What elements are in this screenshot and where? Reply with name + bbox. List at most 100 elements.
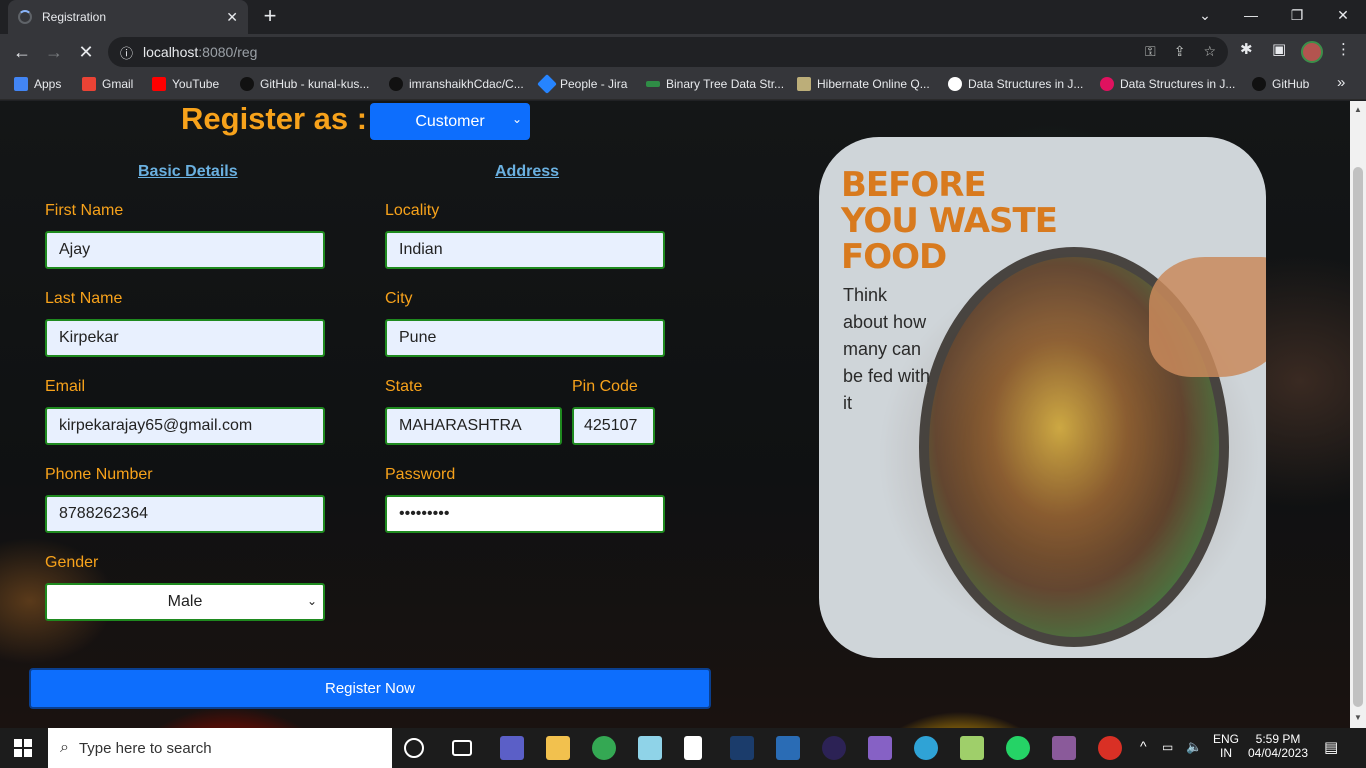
password-input[interactable]: •••••••••	[385, 495, 665, 533]
gender-selected-value: Male	[167, 593, 203, 610]
bookmark-github[interactable]: GitHub	[1252, 77, 1309, 91]
tab-title: Registration	[42, 10, 107, 24]
sheet-app-icon[interactable]	[960, 736, 984, 760]
volume-icon[interactable]: 🔈	[1186, 739, 1202, 755]
battery-icon[interactable]: ▭	[1162, 740, 1173, 754]
bookmark-jira[interactable]: People - Jira	[537, 74, 627, 94]
chrome-active-icon[interactable]	[1098, 736, 1122, 760]
side-panel-icon[interactable]: ▣	[1272, 40, 1286, 58]
chevron-down-icon: ⌄	[306, 594, 317, 608]
city-input[interactable]: Pune	[385, 319, 665, 357]
phone-input[interactable]: 8788262364	[45, 495, 325, 533]
eclipse-icon[interactable]	[822, 736, 846, 760]
bookmark-apps[interactable]: Apps	[14, 77, 61, 91]
last-name-input[interactable]: Kirpekar	[45, 319, 325, 357]
tray-chevron-up-icon[interactable]: ^	[1140, 738, 1147, 754]
menu-kebab-icon[interactable]: ⋮	[1336, 40, 1351, 58]
password-label: Password	[385, 466, 456, 483]
notepad-icon[interactable]	[684, 736, 702, 760]
hibernate-icon	[797, 77, 811, 91]
app-icon[interactable]	[1052, 736, 1076, 760]
city-label: City	[385, 290, 413, 307]
scroll-up-icon[interactable]: ▲	[1353, 105, 1363, 114]
locality-input[interactable]: Indian	[385, 231, 665, 269]
profile-avatar[interactable]	[1301, 41, 1323, 63]
bookmark-hibernate[interactable]: Hibernate Online Q...	[797, 77, 930, 91]
bookmark-github-kunal[interactable]: GitHub - kunal-kus...	[240, 77, 369, 91]
forward-arrow-icon[interactable]: →	[42, 40, 66, 64]
taskbar-search-box[interactable]: ⌕ Type here to search	[48, 728, 392, 768]
url-path: :8080/reg	[198, 44, 258, 60]
bookmark-binary-tree[interactable]: Binary Tree Data Str...	[646, 77, 784, 91]
task-view-icon[interactable]	[452, 740, 472, 756]
tcoder-icon	[1100, 77, 1114, 91]
state-input[interactable]: MAHARASHTRA	[385, 407, 562, 445]
language-indicator[interactable]: ENG IN	[1212, 732, 1240, 760]
mysql-workbench-icon[interactable]	[730, 736, 754, 760]
register-as-label: Register as :	[181, 101, 368, 136]
tab-bar: Registration ✕ + ⌄ — ❐ ✕	[0, 0, 1366, 34]
address-link[interactable]: Address	[495, 163, 559, 181]
url-host: localhost	[143, 44, 199, 60]
notifications-icon[interactable]: ▤	[1324, 738, 1338, 756]
site-info-icon[interactable]: ⓘ	[120, 43, 133, 62]
github-icon	[240, 77, 254, 91]
password-key-icon[interactable]: ⚿	[1145, 43, 1156, 60]
app-icon[interactable]	[638, 736, 662, 760]
pincode-input[interactable]: 425107	[572, 407, 655, 445]
address-bar[interactable]: ⓘ localhost :8080/reg ⚿ ⇪ ☆	[108, 37, 1228, 67]
minimize-button[interactable]: —	[1228, 0, 1274, 30]
whatsapp-icon[interactable]	[1006, 736, 1030, 760]
first-name-input[interactable]: Ajay	[45, 231, 325, 269]
apps-grid-icon	[14, 77, 28, 91]
bookmark-star-icon[interactable]: ☆	[1203, 43, 1216, 60]
chrome-icon[interactable]	[592, 736, 616, 760]
email-label: Email	[45, 378, 86, 395]
new-tab-button[interactable]: +	[258, 4, 282, 28]
first-name-label: First Name	[45, 202, 124, 219]
scroll-down-icon[interactable]: ▼	[1353, 713, 1363, 722]
role-select[interactable]: Customer ⌄	[370, 103, 530, 140]
cortana-icon[interactable]	[404, 738, 424, 758]
close-window-button[interactable]: ✕	[1320, 0, 1366, 30]
bookmark-ds-tcoder[interactable]: Data Structures in J...	[1100, 77, 1235, 91]
basic-details-link[interactable]: Basic Details	[138, 163, 238, 181]
role-selected-value: Customer	[415, 112, 485, 130]
windows-taskbar: ⌕ Type here to search ^ ▭ 🔈 ENG IN 5:59 …	[0, 728, 1366, 768]
email-input[interactable]: kirpekarajay65@gmail.com	[45, 407, 325, 445]
gfg-icon	[646, 81, 660, 87]
teams-icon[interactable]	[500, 736, 524, 760]
hand-picture	[1149, 257, 1266, 377]
tab-close-icon[interactable]: ✕	[226, 9, 238, 26]
share-icon[interactable]: ⇪	[1174, 43, 1186, 60]
bookmarks-overflow-icon[interactable]: »	[1337, 74, 1345, 91]
gender-select[interactable]: Male ⌄	[45, 583, 325, 621]
bookmark-youtube[interactable]: YouTube	[152, 77, 219, 91]
tab-registration[interactable]: Registration ✕	[8, 0, 248, 34]
register-now-button[interactable]: Register Now	[29, 668, 711, 709]
bookmark-gmail[interactable]: Gmail	[82, 77, 133, 91]
phone-label: Phone Number	[45, 466, 153, 483]
restore-button[interactable]: ❐	[1274, 0, 1320, 30]
windows-start-icon[interactable]	[14, 739, 32, 757]
stop-loading-icon[interactable]: ✕	[74, 40, 98, 64]
chevron-down-icon: ⌄	[511, 112, 522, 126]
tab-search-icon[interactable]: ⌄	[1182, 0, 1228, 30]
promo-headline: BEFORE YOU WASTE FOOD	[841, 165, 1058, 277]
search-icon: ⌕	[60, 739, 69, 756]
page-scrollbar[interactable]: ▲ ▼	[1350, 101, 1366, 728]
sts-icon[interactable]	[776, 736, 800, 760]
file-explorer-icon[interactable]	[546, 736, 570, 760]
jira-icon	[537, 74, 557, 94]
bookmark-github-imran[interactable]: imranshaikhCdac/C...	[389, 77, 524, 91]
scrollbar-thumb[interactable]	[1353, 167, 1363, 707]
extensions-icon[interactable]: ✱	[1240, 40, 1253, 58]
github-icon	[1252, 77, 1266, 91]
clock[interactable]: 5:59 PM 04/04/2023	[1244, 732, 1312, 760]
edge-icon[interactable]	[914, 736, 938, 760]
omnibox-actions: ⚿ ⇪ ☆	[1145, 43, 1216, 60]
visual-studio-icon[interactable]	[868, 736, 892, 760]
browser-toolbar: ← → ✕ ⓘ localhost :8080/reg ⚿ ⇪ ☆ ✱ ▣ ⋮	[0, 34, 1366, 70]
bookmark-ds-google[interactable]: Data Structures in J...	[948, 77, 1083, 91]
back-arrow-icon[interactable]: ←	[10, 40, 34, 64]
